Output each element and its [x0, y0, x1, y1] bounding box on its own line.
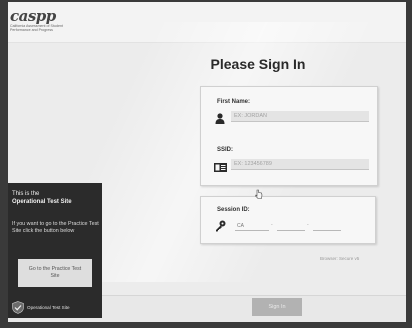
panel-footer-label: Operational Test Site — [27, 305, 70, 310]
session-card: Session ID: - - — [200, 196, 376, 244]
cursor-icon — [255, 186, 263, 204]
page-title: Please Sign In — [210, 56, 306, 72]
ssid-label: SSID: — [217, 147, 234, 153]
panel-intro: This is the — [12, 191, 40, 197]
credentials-card: First Name: SSID: — [200, 86, 378, 186]
session-id-part3-input[interactable] — [313, 221, 341, 231]
logo: caspp — [10, 7, 56, 25]
browser-version-note: Browser: Secure v5 — [320, 256, 360, 261]
practice-test-panel: This is the Operational Test Site If you… — [8, 183, 102, 318]
panel-instructions: If you want to go to the Practice Test S… — [12, 221, 99, 234]
session-id-label: Session ID: — [217, 207, 250, 213]
key-icon — [215, 219, 226, 237]
person-icon — [215, 111, 225, 129]
sign-in-button[interactable]: Sign In — [252, 298, 302, 316]
session-separator: - — [307, 222, 309, 228]
first-name-input[interactable] — [231, 111, 369, 122]
panel-site-name: Operational Test Site — [12, 199, 72, 205]
session-id-part2-input[interactable] — [277, 221, 305, 231]
id-card-icon — [214, 159, 227, 177]
ssid-input[interactable] — [231, 159, 369, 170]
session-id-prefix-input[interactable] — [235, 221, 269, 231]
practice-test-button[interactable]: Go to the Practice Test Site — [18, 259, 92, 287]
login-screen: caspp California Assessment of Student P… — [8, 2, 406, 322]
shield-check-icon — [12, 301, 24, 319]
session-separator: - — [271, 222, 273, 228]
first-name-label: First Name: — [217, 99, 251, 105]
